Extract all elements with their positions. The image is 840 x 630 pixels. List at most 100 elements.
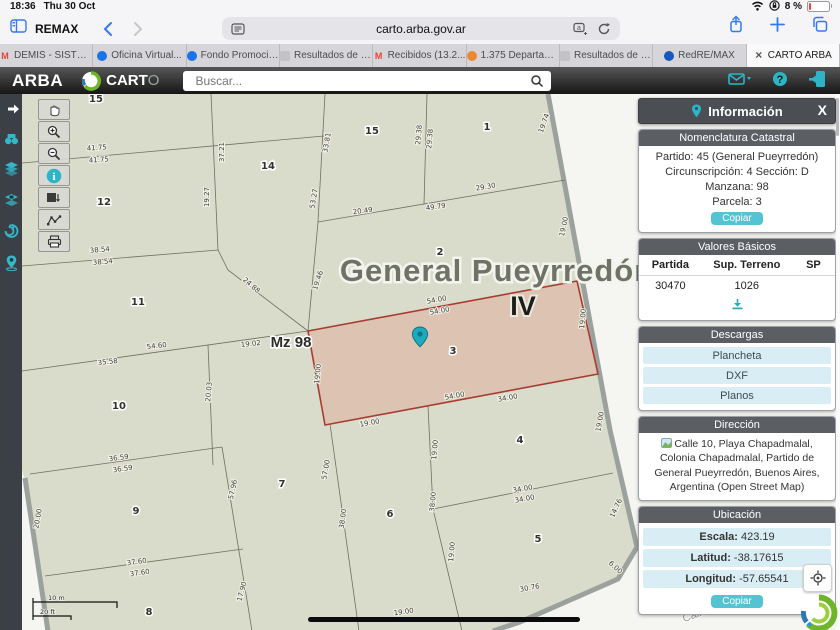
page-edge bbox=[836, 94, 840, 630]
fondo-icon bbox=[187, 51, 197, 61]
search-box[interactable] bbox=[183, 71, 551, 91]
close-icon[interactable]: × bbox=[754, 51, 764, 61]
info-tool-button[interactable]: i bbox=[38, 165, 70, 186]
parcel-number: 15 bbox=[365, 126, 379, 137]
browser-tab[interactable]: M DEMIS - SISTEM... bbox=[0, 44, 93, 67]
tab-label: RedRE/MAX bbox=[678, 50, 735, 61]
dimension-label: 41.75 bbox=[87, 143, 108, 152]
valores-sp-value bbox=[792, 276, 835, 297]
browser-tab[interactable]: 1.375 Departam... bbox=[467, 44, 560, 67]
crosshair-icon bbox=[810, 570, 826, 586]
parcel-number: 15 bbox=[89, 94, 103, 105]
new-tab-icon[interactable] bbox=[770, 17, 785, 37]
tab-label: Fondo Promocio... bbox=[201, 50, 279, 61]
search-input[interactable] bbox=[193, 73, 527, 89]
tab-group-label[interactable]: REMAX bbox=[35, 22, 78, 36]
measure-tool-button[interactable] bbox=[38, 209, 70, 230]
sketch-tools-icon[interactable] bbox=[4, 224, 19, 243]
tab-label: Oficina Virtual... bbox=[111, 50, 181, 61]
copy-ubicacion-button[interactable]: Copiar bbox=[711, 595, 762, 608]
download-item[interactable]: Planos bbox=[643, 387, 831, 404]
svg-text:?: ? bbox=[777, 74, 784, 86]
base-layers-icon[interactable] bbox=[4, 193, 19, 212]
zoom-in-tool-button[interactable] bbox=[38, 121, 70, 142]
header-actions: ? bbox=[728, 70, 826, 93]
browser-tab[interactable]: Fondo Promocio... bbox=[187, 44, 280, 67]
browser-tab[interactable]: MRecibidos (13.2... bbox=[373, 44, 466, 67]
tab-strip: M DEMIS - SISTEM... Oficina Virtual... Fond… bbox=[0, 44, 840, 67]
latitud-row: Latitud: -38.17615 bbox=[643, 549, 831, 567]
zoom-out-tool-button[interactable] bbox=[38, 143, 70, 164]
pin-icon bbox=[691, 104, 702, 118]
block-label: Mz 98 bbox=[271, 334, 312, 351]
parcel-number: 11 bbox=[131, 297, 145, 308]
close-panel-button[interactable]: X bbox=[818, 102, 827, 118]
scrollbar[interactable] bbox=[836, 98, 839, 136]
browser-tab[interactable]: RedRE/MAX bbox=[653, 44, 746, 67]
escala-row: Escala: 423.19 bbox=[643, 528, 831, 546]
search-icon[interactable] bbox=[530, 74, 544, 93]
descargas-box: Descargas Plancheta DXF Planos bbox=[638, 326, 836, 411]
oficina-icon bbox=[97, 51, 107, 61]
browser-tab[interactable]: Oficina Virtual... bbox=[93, 44, 186, 67]
pan-tool-button[interactable] bbox=[38, 99, 70, 120]
download-item[interactable]: DXF bbox=[643, 367, 831, 384]
app-header: ARBA CARTO bbox=[0, 67, 840, 94]
nomenclatura-line: Circunscripción: 4 Sección: D Manzana: 9… bbox=[643, 165, 831, 195]
browser-tab[interactable]: ×CARTO ARBA bbox=[747, 44, 840, 67]
parcel-number: 4 bbox=[517, 435, 524, 446]
svg-text:i: i bbox=[52, 171, 55, 183]
tabs-overview-icon[interactable] bbox=[811, 16, 828, 37]
rotation-lock-icon bbox=[769, 0, 780, 14]
logout-icon[interactable] bbox=[808, 70, 826, 93]
valores-box: Valores Básicos Partida Sup. Terreno SP … bbox=[638, 238, 836, 321]
parcel-number: 8 bbox=[146, 607, 153, 618]
dimension-label: 41.75 bbox=[89, 155, 110, 164]
parcel-number: 1 bbox=[484, 122, 491, 133]
street-view-icon[interactable] bbox=[4, 255, 19, 276]
scale-imperial: 20 ft bbox=[40, 608, 56, 616]
layers-icon[interactable] bbox=[4, 162, 19, 181]
print-tool-button[interactable] bbox=[38, 231, 70, 252]
search-parcel-icon[interactable] bbox=[4, 132, 19, 150]
select-extent-tool-button[interactable] bbox=[38, 187, 70, 208]
tab-label: 1.375 Departam... bbox=[481, 50, 559, 61]
valores-partida-value: 30470 bbox=[639, 276, 702, 297]
copy-nomenclatura-button[interactable]: Copiar bbox=[711, 212, 762, 225]
reload-icon[interactable] bbox=[597, 22, 611, 36]
battery-icon bbox=[807, 1, 830, 12]
reader-icon[interactable] bbox=[231, 23, 245, 35]
tab-label: Resultados de b... bbox=[294, 50, 372, 61]
forward-button[interactable] bbox=[133, 21, 144, 37]
map-toolbar: i bbox=[38, 99, 70, 252]
locate-me-button[interactable] bbox=[803, 564, 832, 592]
messages-icon[interactable] bbox=[728, 72, 752, 91]
parcel-number: 6 bbox=[387, 509, 394, 520]
carto-logo: CARTO bbox=[81, 71, 159, 91]
home-indicator[interactable] bbox=[308, 617, 580, 622]
section-label: IV bbox=[510, 291, 536, 321]
carto-attribution-logo bbox=[799, 594, 839, 630]
help-icon[interactable]: ? bbox=[772, 71, 788, 92]
address-bar[interactable]: carto.arba.gov.ar a bbox=[222, 17, 620, 40]
sidebar-toggle-icon[interactable] bbox=[10, 19, 27, 38]
expand-panel-icon[interactable] bbox=[7, 102, 20, 120]
gmail-icon: M bbox=[374, 51, 384, 61]
gmail-icon: M bbox=[0, 51, 10, 61]
descargas-title: Descargas bbox=[639, 327, 835, 343]
left-rail bbox=[0, 94, 22, 630]
download-item[interactable]: Plancheta bbox=[643, 347, 831, 364]
parcel-number: 12 bbox=[97, 197, 111, 208]
tab-label: DEMIS - SISTEM... bbox=[14, 50, 92, 61]
parcel-number: 14 bbox=[261, 161, 275, 172]
valores-header-partida: Partida bbox=[639, 255, 702, 276]
back-button[interactable] bbox=[102, 21, 113, 37]
svg-text:a: a bbox=[577, 25, 581, 32]
share-icon[interactable] bbox=[728, 15, 744, 38]
translate-icon[interactable]: a bbox=[573, 22, 588, 35]
url-text: carto.arba.gov.ar bbox=[376, 22, 466, 36]
info-panel-title: Información bbox=[708, 104, 782, 119]
browser-tab[interactable]: Resultados de b... bbox=[560, 44, 653, 67]
browser-tab[interactable]: Resultados de b... bbox=[280, 44, 373, 67]
download-values-button[interactable] bbox=[639, 296, 835, 320]
